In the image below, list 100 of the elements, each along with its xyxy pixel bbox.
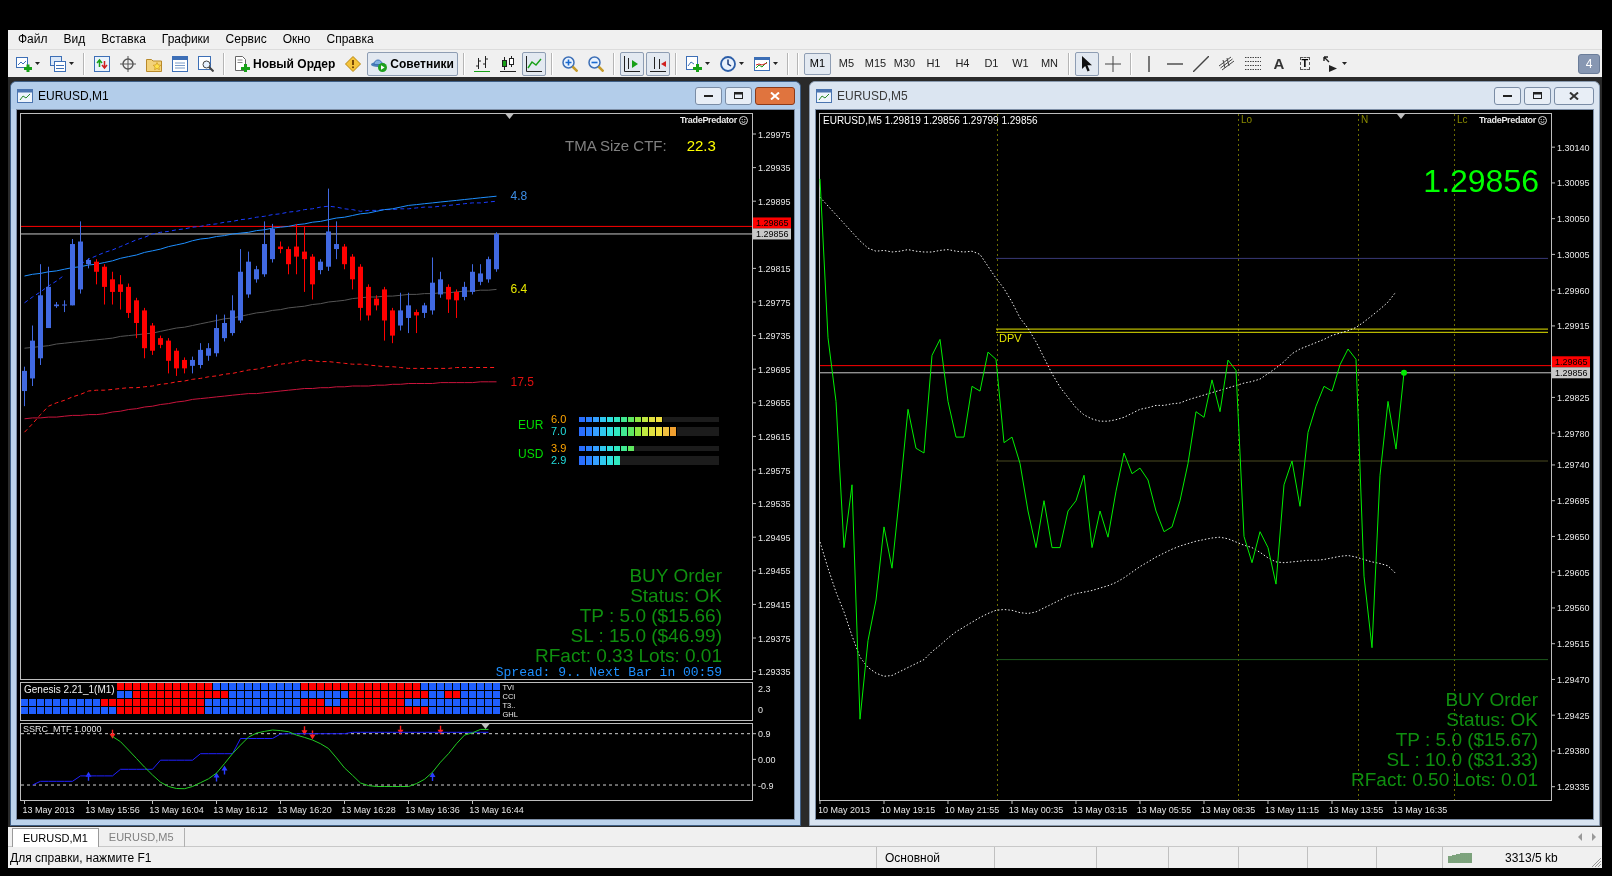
candle xyxy=(142,310,147,349)
stacked-windows-icon xyxy=(50,55,66,72)
candle xyxy=(190,359,195,366)
candle xyxy=(478,273,483,282)
candle xyxy=(46,286,51,329)
resize-grip-icon xyxy=(1591,857,1601,867)
up-arrow-marker xyxy=(429,771,436,781)
candle-wick xyxy=(232,294,233,337)
y-tick-label: -0.9 xyxy=(758,780,774,791)
line-chart-button[interactable] xyxy=(521,51,546,76)
candle-wick xyxy=(224,314,225,342)
close-icon xyxy=(770,91,780,100)
menu-item[interactable]: Файл xyxy=(10,30,56,49)
status-text: Для справки, нажмите F1 xyxy=(9,849,153,867)
maximize-icon xyxy=(734,92,743,99)
minimize-button[interactable] xyxy=(695,86,722,105)
candle xyxy=(310,256,315,285)
window-arrows-icon xyxy=(94,55,110,72)
y-tick-label: 1.29960 xyxy=(1557,285,1590,296)
strength-value: 2.9 xyxy=(551,454,568,466)
candle-wick xyxy=(400,292,401,332)
close-button[interactable] xyxy=(755,86,795,105)
diagonal-line-icon xyxy=(1192,55,1209,72)
y-tick-label: 1.29535 xyxy=(758,499,791,510)
timeframe-button[interactable]: M5 xyxy=(832,52,860,75)
candle xyxy=(174,350,179,369)
candle-wick xyxy=(464,281,465,301)
timeframe-button[interactable]: M1 xyxy=(803,52,831,75)
axis-label: 0 xyxy=(758,705,763,715)
candle xyxy=(126,286,131,313)
candle-wick xyxy=(456,288,457,319)
candle xyxy=(318,261,323,271)
menu-item[interactable]: Сервис xyxy=(217,30,275,49)
currency-label: EUR xyxy=(518,418,544,432)
candle-wick xyxy=(296,223,297,275)
order-info-line: SL : 10.0 ($31.33) xyxy=(1386,750,1538,770)
candle xyxy=(270,228,275,260)
traffic-text: 3313/5 kb xyxy=(1505,849,1558,867)
auto-scroll-button[interactable] xyxy=(645,51,670,76)
timeframe-button[interactable]: W1 xyxy=(1006,52,1034,75)
candle xyxy=(158,338,163,345)
new-order-button[interactable]: Новый Ордер xyxy=(230,51,340,76)
close-button[interactable] xyxy=(1554,86,1594,105)
y-tick-label: 1.29740 xyxy=(1557,460,1590,471)
maximize-button[interactable] xyxy=(725,86,752,105)
candle xyxy=(222,323,227,339)
tab[interactable]: EURUSD,M1 xyxy=(12,828,99,847)
y-tick-label: 1.29335 xyxy=(1557,782,1590,793)
candle-wick xyxy=(408,292,409,334)
candle xyxy=(446,286,451,300)
menu-item[interactable]: Вид xyxy=(55,30,94,49)
session-label: Lc xyxy=(1457,114,1468,126)
candle xyxy=(70,244,75,306)
candle-wick xyxy=(440,271,441,299)
candle-wick xyxy=(288,246,289,275)
clock-icon xyxy=(719,55,736,72)
chart-shift-button[interactable] xyxy=(619,51,644,76)
menu-item[interactable]: Вставка xyxy=(93,30,154,49)
window-title: EURUSD,M5 xyxy=(837,87,908,105)
y-tick-label: 1.29655 xyxy=(758,398,791,409)
cursor-button[interactable] xyxy=(1074,51,1099,76)
timeframe-button[interactable]: M15 xyxy=(861,52,889,75)
x-tick-label: 13 May 03:15 xyxy=(1072,805,1128,815)
x-tick-label: 13 May 13:55 xyxy=(1328,805,1384,815)
text-button[interactable]: A xyxy=(1266,51,1291,76)
timeframe-button[interactable]: H4 xyxy=(948,52,976,75)
line-chart-icon xyxy=(525,55,542,72)
timeframe-button[interactable]: H1 xyxy=(919,52,947,75)
candle-wick xyxy=(96,258,97,285)
experts-button[interactable]: Советники xyxy=(367,51,458,76)
timeframe-button[interactable]: D1 xyxy=(977,52,1005,75)
y-tick-label: 1.29605 xyxy=(1557,567,1590,578)
timeframe-button[interactable]: M30 xyxy=(890,52,918,75)
minimize-button[interactable] xyxy=(1494,86,1521,105)
candle xyxy=(182,359,187,369)
menu-item[interactable]: Окно xyxy=(274,30,319,49)
label-button[interactable]: T xyxy=(1292,51,1317,76)
candle xyxy=(470,271,475,292)
candle xyxy=(326,231,331,267)
order-info-line: BUY Order xyxy=(629,566,722,586)
menu-item[interactable]: Графики xyxy=(153,30,218,49)
x-tick-label: 10 May 2013 xyxy=(819,805,870,815)
chart-header: EURUSD,M5 1.29819 1.29856 1.29799 1.29856 xyxy=(823,115,1038,127)
y-tick-label: 1.29650 xyxy=(1557,531,1590,542)
candle xyxy=(278,246,283,250)
session-label: N xyxy=(1361,114,1369,126)
axis-play-icon xyxy=(623,55,640,72)
y-tick-label: 1.29375 xyxy=(758,633,791,644)
order-info-line: TP : 5.0 ($15.66) xyxy=(579,606,722,626)
candle-wick xyxy=(472,263,473,295)
down-arrow-marker xyxy=(397,725,404,735)
menu-item[interactable]: Справка xyxy=(318,30,382,49)
order-info-line: TP : 5.0 ($15.67) xyxy=(1395,730,1538,750)
chart-window-icon xyxy=(17,87,33,104)
caret-icon xyxy=(738,62,744,65)
maximize-button[interactable] xyxy=(1524,86,1551,105)
candle xyxy=(494,233,499,270)
timeframe-button[interactable]: MN xyxy=(1035,52,1063,75)
maximize-icon xyxy=(1533,92,1542,99)
tab[interactable]: EURUSD,M5 xyxy=(98,828,185,847)
